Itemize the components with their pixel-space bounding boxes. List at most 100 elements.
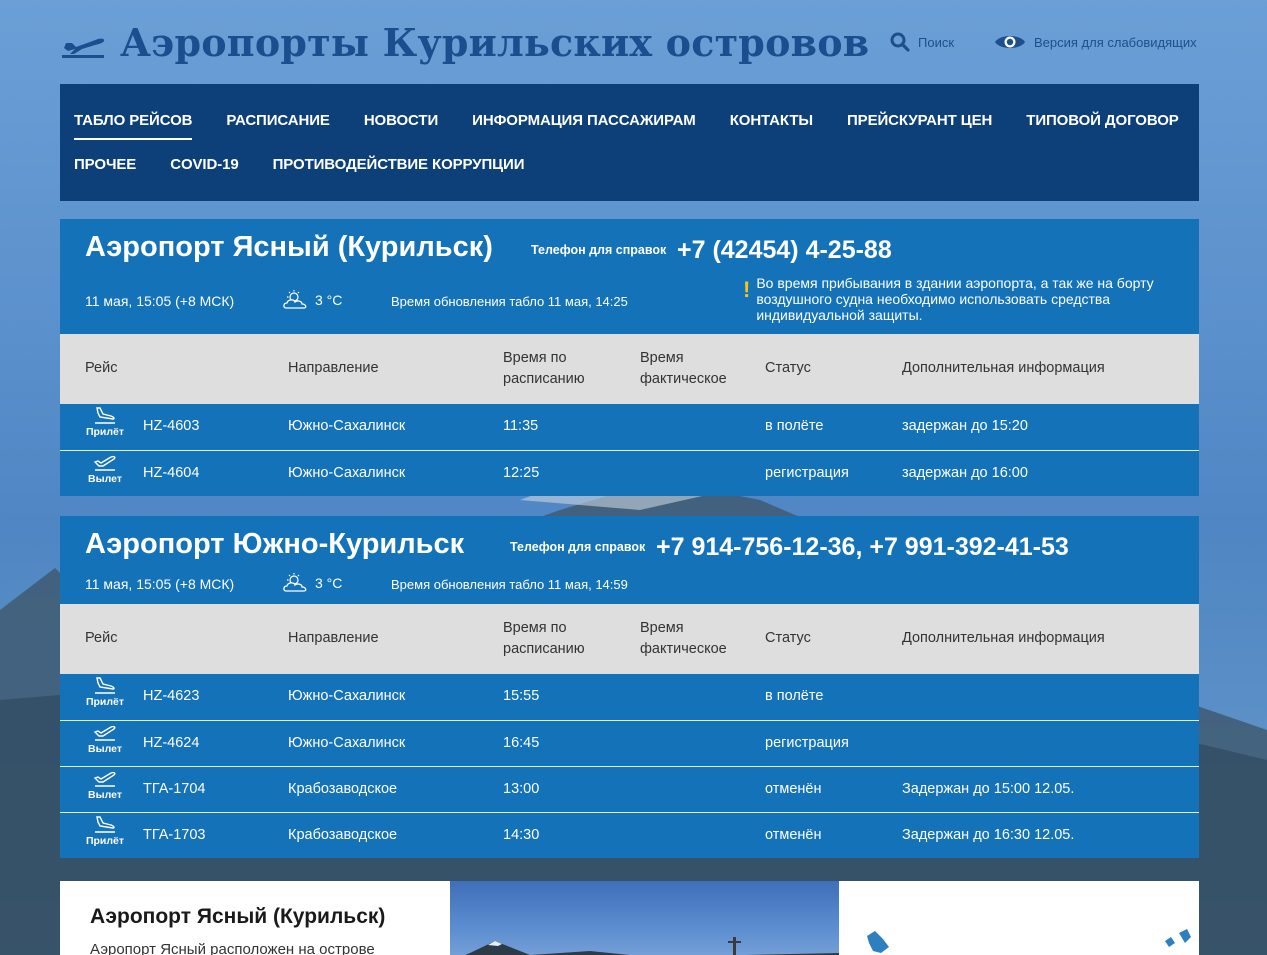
nav-item-other[interactable]: ПРОЧЕЕ [74,152,136,184]
flight-scheduled: 14:30 [503,827,540,843]
airport-photo[interactable] [450,881,839,955]
search-icon [890,32,910,52]
nav-item-passenger-info[interactable]: ИНФОРМАЦИЯ ПАССАЖИРАМ [472,108,696,140]
col-flight: Рейс [85,630,118,646]
table-header: Рейс Направление Время по расписанию Врем… [60,604,1199,674]
main-nav: ТАБЛО РЕЙСОВ РАСПИСАНИЕ НОВОСТИ ИНФОРМАЦ… [60,84,1199,201]
table-row[interactable]: Прилёт HZ-4603 Южно-Сахалинск 11:35 в по… [60,404,1199,450]
flight-direction: Южно-Сахалинск [288,688,406,704]
col-direction: Направление [288,360,379,376]
flight-number: HZ-4603 [143,418,200,434]
nav-item-schedule[interactable]: РАСПИСАНИЕ [226,108,330,140]
flight-direction: Южно-Сахалинск [288,735,406,751]
flight-info: Задержан до 16:30 12.05. [902,827,1075,843]
airport-name: Аэропорт Южно-Курильск [85,528,465,560]
flight-number: HZ-4624 [143,735,200,751]
phone-number[interactable]: +7 914-756-12-36, +7 991-392-41-53 [656,533,1069,562]
flights-list: Прилёт HZ-4603 Южно-Сахалинск 11:35 в по… [60,404,1199,496]
eye-icon [995,36,1025,48]
flight-number: ТГА-1703 [143,827,206,843]
airport-header: Аэропорт Ясный (Курильск) Телефон для сп… [60,219,1199,334]
col-status: Статус [765,630,811,646]
flight-scheduled: 12:25 [503,465,540,481]
flight-status: отменён [765,827,822,843]
departure-icon: Вылет [82,770,128,801]
flight-number: HZ-4604 [143,465,200,481]
airport-info-card[interactable]: Аэропорт Ясный (Курильск) Аэропорт Ясный… [60,881,450,955]
search-link[interactable]: Поиск [890,32,954,52]
col-info: Дополнительная информация [902,360,1105,376]
flight-status: регистрация [765,465,849,481]
table-row[interactable]: Вылет ТГА-1704 Крабозаводское 13:00 отме… [60,766,1199,812]
airport-name: Аэропорт Ясный (Курильск) [85,231,493,263]
card-text: Аэропорт Ясный расположен на острове [90,941,375,955]
col-actual: Время фактическое [640,620,727,657]
arrival-icon: Прилёт [82,816,128,847]
col-status: Статус [765,360,811,376]
flight-direction: Крабозаводское [288,827,398,843]
update-time: Время обновления табло 11 мая, 14:25 [391,294,628,309]
weather: 3 °C [283,290,342,310]
nav-item-contacts[interactable]: КОНТАКТЫ [730,108,813,140]
exclamation-icon: ! [743,277,751,302]
low-vision-label: Версия для слабовидящих [1034,34,1197,50]
nav-item-anticorruption[interactable]: ПРОТИВОДЕЙСТВИЕ КОРРУПЦИИ [273,152,525,184]
nav-item-board[interactable]: ТАБЛО РЕЙСОВ [74,108,192,140]
low-vision-link[interactable]: Версия для слабовидящих [994,32,1197,52]
arrival-icon: Прилёт [82,677,128,708]
departure-icon: Вылет [82,454,128,485]
arrival-icon: Прилёт [82,407,128,438]
nav-row-1: ТАБЛО РЕЙСОВ РАСПИСАНИЕ НОВОСТИ ИНФОРМАЦ… [74,108,1185,152]
nav-item-contract[interactable]: ТИПОВОЙ ДОГОВОР [1026,108,1179,140]
island-map-graphic [867,929,1191,953]
flight-status: регистрация [765,735,849,751]
search-label: Поиск [918,34,955,50]
flight-direction: Южно-Сахалинск [288,465,406,481]
flight-scheduled: 11:35 [503,418,539,434]
site-header: Аэропорты Курильских островов Поиск Верс… [60,0,1199,84]
airport-header: Аэропорт Южно-Курильск Телефон для справ… [60,516,1199,604]
phone-label: Телефон для справок [510,540,646,554]
flight-scheduled: 16:45 [503,735,540,751]
info-cards: Аэропорт Ясный (Курильск) Аэропорт Ясный… [60,881,1199,955]
col-flight: Рейс [85,360,118,376]
phone-number[interactable]: +7 (42454) 4-25-88 [677,236,892,265]
update-time: Время обновления табло 11 мая, 14:59 [391,577,628,592]
flight-status: в полёте [765,688,824,704]
table-row[interactable]: Прилёт ТГА-1703 Крабозаводское 14:30 отм… [60,812,1199,858]
site-title[interactable]: Аэропорты Курильских островов [120,20,869,65]
map-card[interactable] [839,881,1199,955]
flight-number: ТГА-1704 [143,781,206,797]
departure-icon: Вылет [82,724,128,755]
nav-row-2: ПРОЧЕЕ COVID-19 ПРОТИВОДЕЙСТВИЕ КОРРУПЦИ… [74,152,1185,196]
local-datetime: 11 мая, 15:05 (+8 МСК) [85,576,235,592]
ppe-notice: ! Во время прибывания в здании аэропорта… [743,275,1173,323]
phone-label: Телефон для справок [531,243,667,257]
col-scheduled: Время по расписанию [503,350,585,387]
flight-scheduled: 15:55 [503,688,540,704]
table-row[interactable]: Прилёт HZ-4623 Южно-Сахалинск 15:55 в по… [60,674,1199,720]
flight-info: задержан до 16:00 [902,465,1028,481]
nav-item-news[interactable]: НОВОСТИ [364,108,438,140]
nav-item-covid[interactable]: COVID-19 [170,152,238,184]
temperature: 3 °C [315,292,343,308]
mountain-photo-graphic [465,937,839,955]
nav-item-prices[interactable]: ПРЕЙСКУРАНТ ЦЕН [847,108,992,140]
table-row[interactable]: Вылет HZ-4624 Южно-Сахалинск 16:45 регис… [60,720,1199,766]
temperature: 3 °C [315,575,343,591]
plane-logo-icon[interactable] [60,30,106,60]
col-scheduled: Время по расписанию [503,620,585,657]
flights-list: Прилёт HZ-4623 Южно-Сахалинск 15:55 в по… [60,674,1199,858]
local-datetime: 11 мая, 15:05 (+8 МСК) [85,293,235,309]
table-row[interactable]: Вылет HZ-4604 Южно-Сахалинск 12:25 регис… [60,450,1199,496]
col-actual: Время фактическое [640,350,727,387]
flight-scheduled: 13:00 [503,781,540,797]
cloud-sun-icon [283,290,307,309]
card-title: Аэропорт Ясный (Курильск) [90,905,386,928]
flight-status: в полёте [765,418,824,434]
table-header: Рейс Направление Время по расписанию Врем… [60,334,1199,404]
airport-board-yuzhno-kurilsk: Аэропорт Южно-Курильск Телефон для справ… [60,516,1199,858]
notice-text: Во время прибывания в здании аэропорта, … [756,275,1154,323]
flight-status: отменён [765,781,822,797]
airport-board-yasny: Аэропорт Ясный (Курильск) Телефон для сп… [60,219,1199,496]
